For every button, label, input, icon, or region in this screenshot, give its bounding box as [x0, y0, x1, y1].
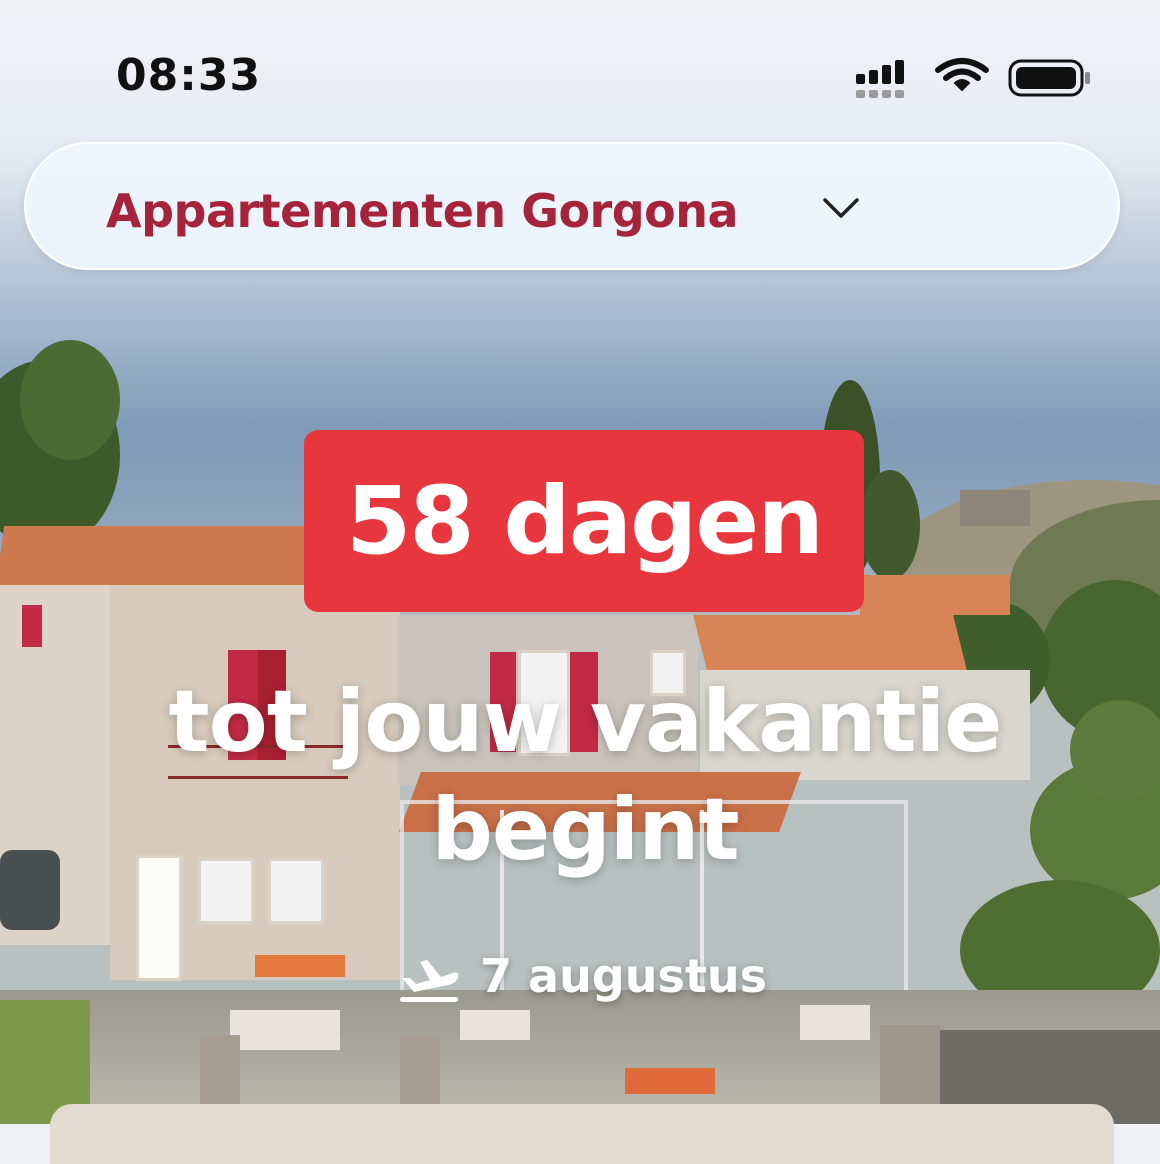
status-icons — [856, 58, 1090, 98]
plane-departure-icon — [400, 960, 459, 1002]
wifi-icon — [935, 58, 989, 92]
location-name: Appartementen Gorgona — [106, 184, 739, 238]
bottom-sheet[interactable] — [50, 1104, 1114, 1164]
countdown-subtitle: tot jouw vakantie begint — [168, 672, 1003, 880]
countdown-days: 58 dagen — [345, 466, 824, 576]
countdown-badge: 58 dagen — [304, 430, 864, 612]
location-selector[interactable]: Appartementen Gorgona — [24, 142, 1120, 270]
departure-date-row: 7 augustus — [396, 946, 767, 1006]
departure-date: 7 augustus — [480, 949, 767, 1003]
signal-icon — [856, 60, 904, 98]
battery-icon — [1008, 59, 1090, 97]
status-time: 08:33 — [116, 50, 262, 101]
chevron-down-icon — [823, 198, 859, 218]
